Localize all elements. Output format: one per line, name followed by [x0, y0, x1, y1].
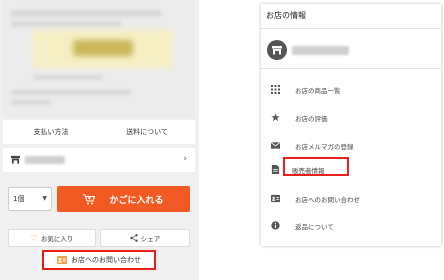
menu-item-contact[interactable]: お店へのお問い合わせ — [261, 188, 441, 210]
info-icon — [271, 221, 280, 230]
menu-label: お店メルマガの登録 — [295, 143, 354, 151]
menu-item-products[interactable]: お店の商品一覧 — [261, 79, 441, 101]
panel-title: お店の情報 — [266, 11, 306, 20]
grid-icon — [271, 85, 280, 94]
shop-name-blurred — [292, 46, 349, 55]
chevron-down-icon: ▼ — [42, 195, 47, 202]
shop-icon — [11, 155, 20, 164]
menu-label: お店へのお問い合わせ — [295, 196, 360, 204]
share-button[interactable]: シェア — [100, 229, 190, 247]
contact-shop-button[interactable]: お店へのお問い合わせ — [42, 250, 156, 270]
favorite-button[interactable]: ♡ お気に入り — [8, 229, 96, 247]
heart-icon: ♡ — [30, 233, 38, 243]
product-summary-blurred — [3, 0, 195, 118]
shop-name-blurred — [25, 156, 65, 164]
menu-item-newsletter[interactable]: お店メルマガの登録 — [261, 135, 441, 157]
contact-card-icon — [271, 194, 280, 203]
shipping-info-link[interactable]: 送料について — [99, 120, 195, 144]
shop-info-panel: お店の情報 お店の商品一覧 お店の評価 お店メルマガの登録 販売者情報 お店への… — [261, 4, 441, 246]
document-icon — [271, 165, 280, 174]
shop-icon — [272, 46, 282, 55]
shop-avatar — [267, 40, 287, 60]
add-to-cart-label: かごに入れる — [109, 195, 164, 206]
menu-label: 返品について — [295, 223, 334, 231]
highlight-box — [283, 157, 349, 176]
favorite-label: お気に入り — [40, 235, 74, 243]
cart-icon — [83, 193, 96, 204]
payment-method-link[interactable]: 支払い方法 — [3, 120, 99, 144]
quantity-select[interactable]: 1個 ▼ — [8, 187, 52, 211]
menu-item-reviews[interactable]: お店の評価 — [261, 107, 441, 129]
product-panel: 支払い方法 送料について › 1個 ▼ かごに入れる ♡ お気に入り シェア お… — [0, 0, 199, 280]
menu-item-returns[interactable]: 返品について — [261, 215, 441, 237]
star-icon — [271, 113, 280, 122]
contact-card-icon — [57, 256, 67, 264]
chevron-right-icon: › — [183, 154, 187, 164]
quantity-value: 1個 — [13, 195, 25, 203]
shop-link-row[interactable]: › — [3, 148, 195, 172]
contact-shop-label: お店へのお問い合わせ — [71, 256, 141, 264]
menu-label: お店の商品一覧 — [295, 87, 341, 95]
share-icon — [130, 234, 138, 242]
menu-label: お店の評価 — [295, 115, 328, 123]
divider — [261, 28, 441, 29]
mail-icon — [271, 142, 280, 149]
share-label: シェア — [140, 235, 161, 243]
add-to-cart-button[interactable]: かごに入れる — [57, 186, 190, 212]
payment-shipping-row: 支払い方法 送料について — [3, 120, 195, 144]
divider — [261, 68, 441, 69]
